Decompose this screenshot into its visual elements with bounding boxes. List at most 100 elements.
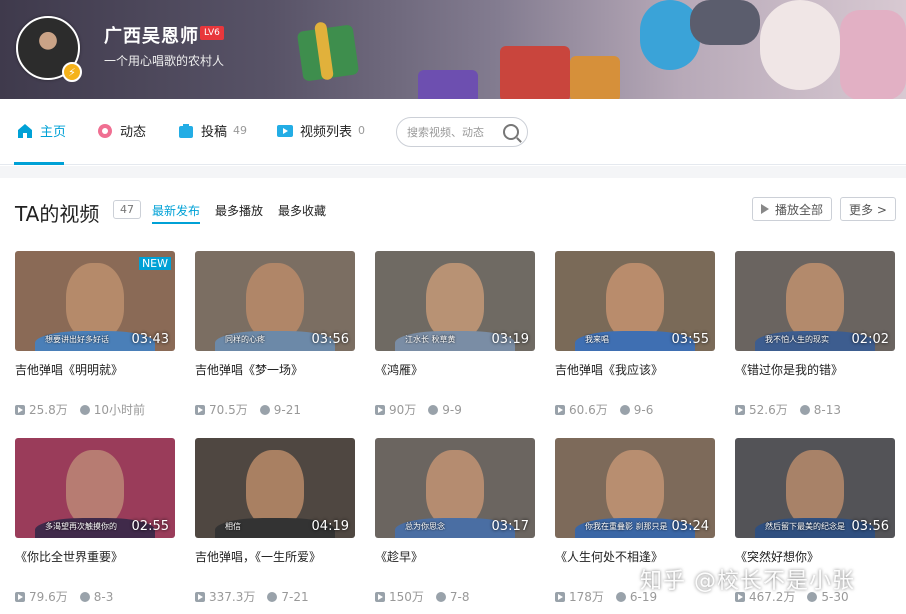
play-all-button[interactable]: 播放全部 — [752, 197, 833, 221]
video-thumbnail[interactable]: 相信 04:19 — [195, 438, 355, 538]
video-card[interactable]: 江水长 秋草黄 03:19 《鸿雁》 90万 9-9 — [375, 251, 535, 418]
video-card[interactable]: 多渴望再次触摸你的 02:55 《你比全世界重要》 79.6万 8-3 — [15, 438, 175, 605]
video-thumbnail[interactable]: 我不怕人生的现实 02:02 — [735, 251, 895, 351]
video-thumbnail[interactable]: 然后留下最美的纪念是 03:56 — [735, 438, 895, 538]
more-label: 更多 > — [849, 202, 887, 217]
play-count-icon — [735, 404, 745, 415]
upload-date: 8-13 — [813, 402, 841, 417]
robot-toy-decoration — [690, 0, 760, 45]
video-thumbnail[interactable]: 你我在重叠影 刹那只是 03:24 — [555, 438, 715, 538]
search-icon[interactable] — [503, 124, 519, 140]
play-count: 150万 — [389, 590, 424, 604]
video-thumbnail[interactable]: 想要讲出好多好话 NEW 03:43 — [15, 251, 175, 351]
video-duration: 02:02 — [851, 332, 889, 347]
play-count-icon — [555, 591, 565, 602]
video-duration: 03:17 — [491, 519, 529, 534]
upload-date: 9-9 — [442, 402, 462, 417]
video-count-badge: 47 — [113, 200, 141, 219]
clock-icon — [799, 404, 810, 415]
play-count-icon — [15, 591, 25, 602]
video-thumbnail[interactable]: 江水长 秋草黄 03:19 — [375, 251, 535, 351]
play-all-label: 播放全部 — [775, 202, 824, 217]
singer-face-image — [246, 263, 304, 339]
play-count-icon — [195, 591, 205, 602]
video-card[interactable]: 我来唱 03:55 吉他弹唱《我应该》 60.6万 9-6 — [555, 251, 715, 418]
video-duration: 03:56 — [311, 332, 349, 347]
new-badge: NEW — [138, 257, 171, 270]
singer-face-image — [606, 263, 664, 339]
video-duration: 02:55 — [131, 519, 169, 534]
play-count: 79.6万 — [29, 590, 68, 604]
bunny-toy-decoration — [760, 0, 840, 90]
tab-uploads[interactable]: 投稿 49 — [177, 121, 247, 140]
singer-face-image — [246, 450, 304, 526]
upload-date: 8-3 — [93, 589, 114, 604]
gift-box-decoration — [418, 70, 478, 99]
video-title[interactable]: 吉他弹唱《明明就》 — [15, 361, 175, 393]
video-thumbnail[interactable]: 总为你思念 03:17 — [375, 438, 535, 538]
video-title[interactable]: 吉他弹唱《梦一场》 — [195, 361, 355, 393]
play-count-icon — [195, 404, 205, 415]
video-duration: 03:19 — [491, 332, 529, 347]
tab-label: 投稿 — [201, 125, 228, 140]
play-count: 60.6万 — [569, 403, 608, 417]
video-subtitle: 想要讲出好多好话 — [45, 335, 109, 344]
clock-icon — [619, 404, 630, 415]
video-thumbnail[interactable]: 多渴望再次触摸你的 02:55 — [15, 438, 175, 538]
sort-most-played[interactable]: 最多播放 — [215, 202, 263, 219]
video-duration: 03:43 — [131, 332, 169, 347]
singer-face-image — [786, 263, 844, 339]
play-count: 52.6万 — [749, 403, 788, 417]
play-count: 178万 — [569, 590, 604, 604]
video-card[interactable]: 相信 04:19 吉他弹唱，《一生所爱》 337.3万 7-21 — [195, 438, 355, 605]
video-title[interactable]: 《错过你是我的错》 — [735, 361, 895, 393]
play-count: 337.3万 — [209, 590, 256, 604]
video-thumbnail[interactable]: 我来唱 03:55 — [555, 251, 715, 351]
play-count: 70.5万 — [209, 403, 248, 417]
video-meta: 60.6万 9-6 — [555, 401, 715, 418]
tab-playlists[interactable]: 视频列表 0 — [276, 121, 365, 140]
lightning-icon: ⚡ — [62, 62, 82, 82]
video-duration: 03:55 — [671, 332, 709, 347]
tab-count: 0 — [358, 124, 366, 137]
video-duration: 03:56 — [851, 519, 889, 534]
tab-home[interactable]: 主页 — [16, 121, 66, 140]
tab-count: 49 — [233, 124, 248, 137]
video-subtitle: 你我在重叠影 刹那只是 — [585, 522, 668, 531]
video-card[interactable]: 想要讲出好多好话 NEW 03:43 吉他弹唱《明明就》 25.8万 10小时前 — [15, 251, 175, 418]
video-duration: 04:19 — [311, 519, 349, 534]
video-thumbnail[interactable]: 同样的心疼 03:56 — [195, 251, 355, 351]
sort-latest[interactable]: 最新发布 — [152, 202, 200, 219]
video-title[interactable]: 《鸿雁》 — [375, 361, 535, 393]
gift-box-decoration — [840, 10, 906, 99]
search-input[interactable]: 搜索视频、动态 — [396, 117, 528, 147]
video-card[interactable]: 总为你思念 03:17 《趁早》 150万 7-8 — [375, 438, 535, 605]
play-count-icon — [15, 404, 25, 415]
upload-icon — [179, 123, 193, 138]
tab-label: 主页 — [40, 125, 67, 140]
video-card[interactable]: 同样的心疼 03:56 吉他弹唱《梦一场》 70.5万 9-21 — [195, 251, 355, 418]
video-title[interactable]: 吉他弹唱，《一生所爱》 — [195, 548, 355, 580]
tv-icon — [277, 124, 293, 137]
video-subtitle: 总为你思念 — [405, 522, 445, 531]
gift-box-decoration — [500, 46, 570, 99]
singer-face-image — [786, 450, 844, 526]
tab-dynamics[interactable]: 动态 — [96, 121, 146, 140]
video-title[interactable]: 《趁早》 — [375, 548, 535, 580]
video-card[interactable]: 我不怕人生的现实 02:02 《错过你是我的错》 52.6万 8-13 — [735, 251, 895, 418]
sort-most-favorited[interactable]: 最多收藏 — [278, 202, 326, 219]
video-title[interactable]: 吉他弹唱《我应该》 — [555, 361, 715, 393]
upload-date: 10小时前 — [93, 403, 146, 417]
clock-icon — [428, 404, 439, 415]
flower-icon — [98, 123, 112, 138]
video-duration: 03:24 — [671, 519, 709, 534]
more-button[interactable]: 更多 > — [840, 197, 896, 221]
profile-nav: 主页 动态 投稿 49 视频列表 0 搜索视频、动态 — [0, 99, 906, 165]
profile-banner: ⚡ 广西吴恩师 LV6 一个用心唱歌的农村人 — [0, 0, 906, 99]
video-meta: 90万 9-9 — [375, 401, 535, 418]
video-title[interactable]: 《你比全世界重要》 — [15, 548, 175, 580]
singer-face-image — [426, 263, 484, 339]
singer-face-image — [426, 450, 484, 526]
upload-date: 9-21 — [273, 402, 301, 417]
video-subtitle: 多渴望再次触摸你的 — [45, 522, 117, 531]
